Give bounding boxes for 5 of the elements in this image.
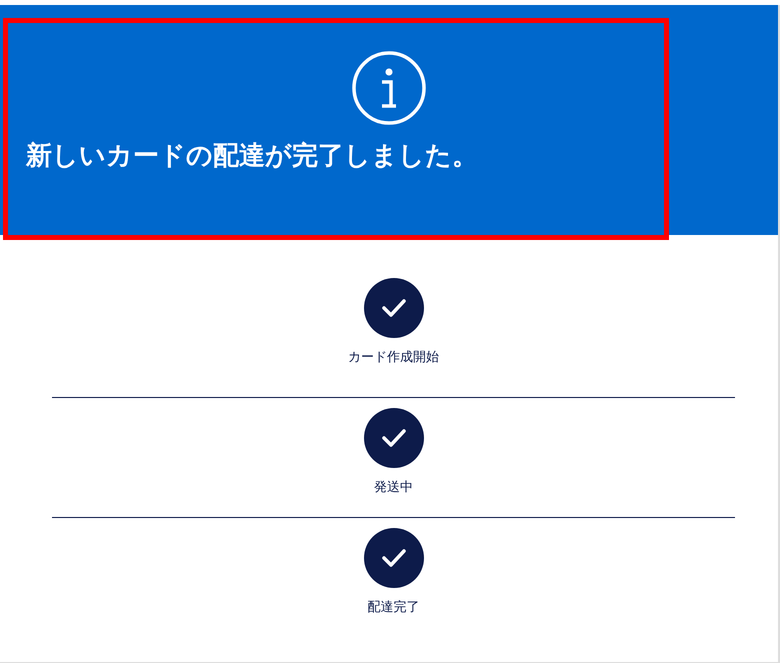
- step-label: カード作成開始: [348, 349, 439, 366]
- step-label: 配達完了: [368, 599, 420, 616]
- info-icon: [351, 50, 427, 126]
- banner-title: 新しいカードの配達が完了しました。: [26, 140, 478, 173]
- step-label: 発送中: [374, 479, 413, 496]
